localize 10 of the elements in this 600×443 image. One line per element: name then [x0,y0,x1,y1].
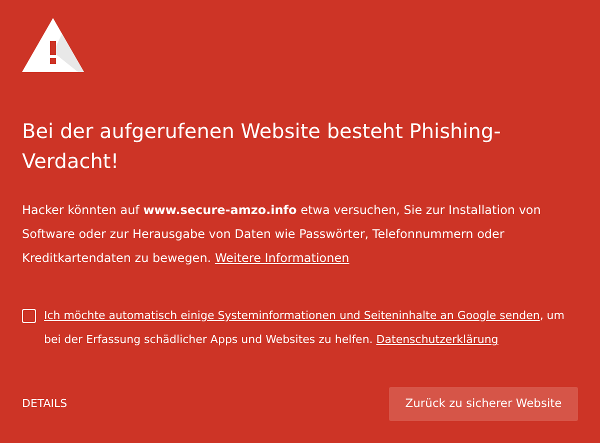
consent-checkbox[interactable] [22,309,36,323]
details-button[interactable]: DETAILS [22,396,68,412]
consent-text: Ich möchte automatisch einige Systeminformationen und Seiteninhalte an Google senden, um bei der Erfassung schädlicher Apps und Websites zu helfen. Datenschutzerklärung [44,308,566,348]
warning-description: Hacker könnten auf www.secure-amzo.info etwa versuchen, Sie zur Installation von Software oder zur Herausgabe von Daten wie Passwörter, Telefonnummern oder Kreditkartendaten zu bewegen. Weitere Informationen [22,202,542,267]
more-info-link[interactable]: Weitere Informationen [214,251,350,265]
warning-heading: Bei der aufgerufenen Website besteht Phishing-Verdacht! [22,118,502,175]
warning-icon [22,18,84,72]
consent-link[interactable]: Ich möchte automatisch einige Systeminformationen und Seiteninhalte an Google senden [44,309,540,322]
privacy-link[interactable]: Datenschutzerklärung [376,333,498,346]
back-to-safety-button[interactable]: Zurück zu sicherer Website [389,387,578,421]
